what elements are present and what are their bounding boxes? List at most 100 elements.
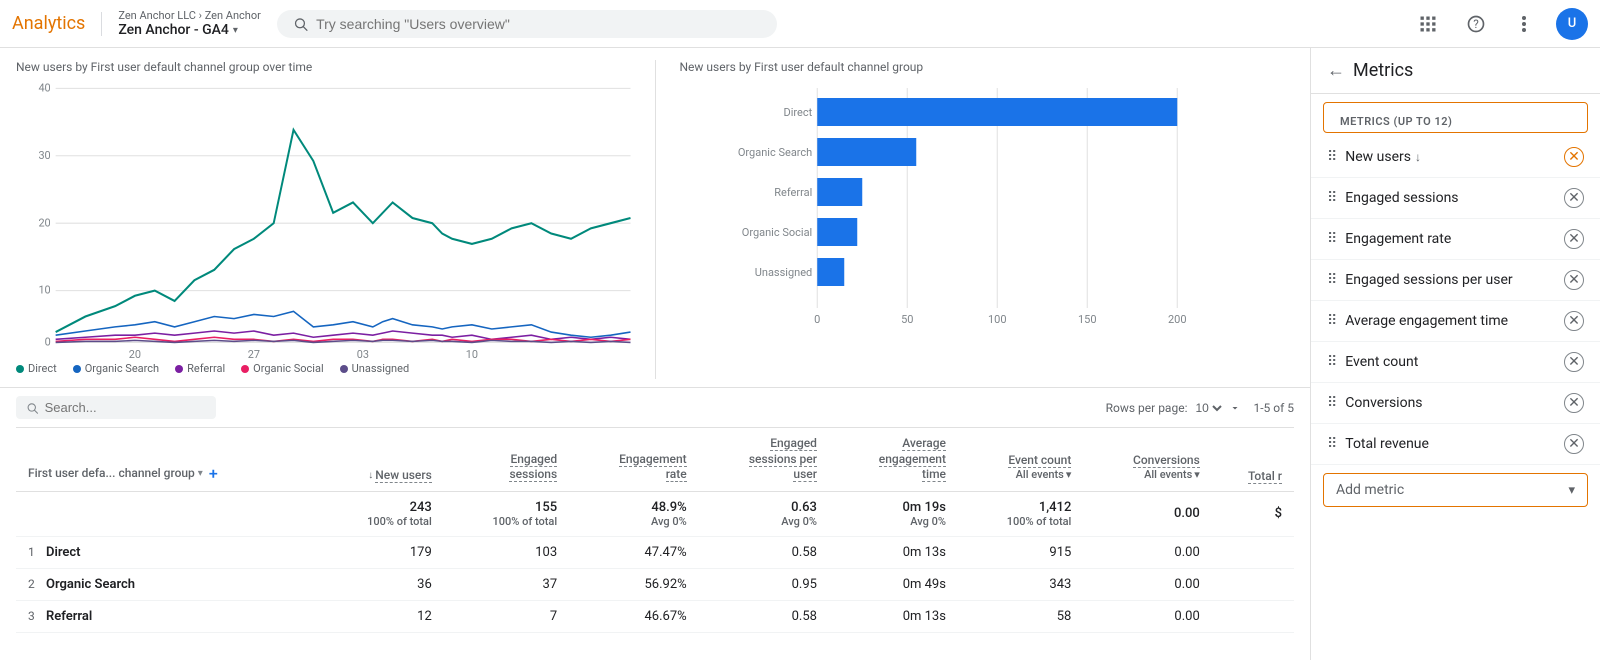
bar-organic-search [817, 138, 916, 166]
svg-text:0: 0 [45, 335, 51, 348]
table-search-box[interactable] [16, 396, 216, 419]
metric-item-new-users[interactable]: ⠿ New users ↓ ✕ [1311, 137, 1600, 178]
metric-item-event-count[interactable]: ⠿ Event count ✕ [1311, 342, 1600, 383]
svg-text:10: 10 [466, 348, 478, 358]
more-icon-btn[interactable] [1508, 8, 1540, 40]
svg-text:150: 150 [1077, 313, 1096, 326]
avatar[interactable]: U [1556, 8, 1588, 40]
svg-text:Unassigned: Unassigned [754, 266, 812, 279]
metrics-section-label: METRICS (UP TO 12) [1323, 102, 1588, 133]
rows-dropdown-icon [1229, 402, 1241, 414]
legend-organic-social: Organic Social [241, 362, 324, 375]
col-engaged-sessions-per-user-label[interactable]: Engagedsessions peruser [749, 436, 817, 482]
sort-arrow-icon: ↓ [368, 470, 373, 481]
rows-per-page-select[interactable]: 10 25 50 [1191, 400, 1225, 416]
row1-engagement-rate: 47.47% [569, 536, 699, 568]
col-avg-engagement-time: Averageengagementtime [829, 428, 958, 491]
col-total-revenue: Total r [1212, 428, 1294, 491]
row1-new-users: 179 [318, 536, 443, 568]
col-engagement-rate: Engagementrate [569, 428, 699, 491]
svg-text:10: 10 [38, 283, 50, 296]
metric-item-avg-engagement-time[interactable]: ⠿ Average engagement time ✕ [1311, 301, 1600, 342]
total-engaged-sessions: 155 100% of total [444, 491, 569, 536]
bar-organic-social [817, 218, 857, 246]
legend-direct: Direct [16, 362, 57, 375]
row2-label: 2 Organic Search [16, 568, 318, 600]
metric-name-total-revenue: Total revenue [1345, 436, 1556, 452]
col-engaged-sessions-label[interactable]: Engagedsessions [509, 452, 557, 483]
metric-item-total-revenue[interactable]: ⠿ Total revenue ✕ [1311, 424, 1600, 465]
metric-remove-event-count[interactable]: ✕ [1564, 352, 1584, 372]
account-meta: Zen Anchor LLC › Zen Anchor [118, 9, 261, 22]
search-bar[interactable] [277, 10, 777, 38]
event-count-dropdown-arrow[interactable]: ▾ [1066, 468, 1072, 482]
bar-direct [817, 98, 1177, 126]
col-event-count-label[interactable]: Event count [1008, 453, 1071, 468]
row2-engaged-sessions-per-user: 0.95 [699, 568, 829, 600]
account-dropdown-arrow[interactable]: ▾ [233, 25, 238, 36]
legend-dot-referral [175, 365, 183, 373]
account-selector[interactable]: Zen Anchor LLC › Zen Anchor Zen Anchor -… [118, 9, 261, 38]
metric-remove-avg-engagement-time[interactable]: ✕ [1564, 311, 1584, 331]
main-content: New users by First user default channel … [0, 48, 1310, 660]
total-new-users: 243 100% of total [318, 491, 443, 536]
row2-new-users: 36 [318, 568, 443, 600]
drag-handle-engaged-sessions: ⠿ [1327, 190, 1337, 206]
legend-label-organic-search: Organic Search [85, 362, 159, 375]
col-first-user: First user defa... channel group ▾ + [16, 428, 318, 491]
col-engaged-sessions-per-user: Engagedsessions peruser [699, 428, 829, 491]
svg-text:20: 20 [129, 348, 141, 358]
drag-handle-engaged-sessions-per-user: ⠿ [1327, 272, 1337, 288]
metric-name-conversions: Conversions [1345, 395, 1556, 411]
table-search-input[interactable] [45, 400, 206, 415]
add-metric-box[interactable]: Add metric ▾ [1323, 473, 1588, 507]
col-conversions: Conversions All events ▾ [1083, 428, 1211, 491]
line-chart-area: 40 30 20 10 0 20 Aug 27 03 Sep 10 [16, 78, 631, 358]
table-row: 1 Direct 179 103 47.47% 0.58 0m 13s 915 … [16, 536, 1294, 568]
col-total-revenue-label[interactable]: Total r [1248, 469, 1282, 484]
row2-event-count: 343 [958, 568, 1083, 600]
svg-text:20: 20 [38, 216, 50, 229]
svg-text:0: 0 [814, 313, 820, 326]
row2-conversions: 0.00 [1083, 568, 1211, 600]
metric-item-engaged-sessions-per-user[interactable]: ⠿ Engaged sessions per user ✕ [1311, 260, 1600, 301]
table-search-icon [26, 401, 39, 415]
help-icon-btn[interactable]: ? [1460, 8, 1492, 40]
col-new-users: ↓ New users [318, 428, 443, 491]
col-channel-group-dropdown[interactable]: First user defa... channel group ▾ [28, 466, 203, 480]
metric-remove-engaged-sessions-per-user[interactable]: ✕ [1564, 270, 1584, 290]
add-column-button[interactable]: + [209, 464, 218, 483]
metrics-sidebar: ← Metrics METRICS (UP TO 12) ⠿ New users… [1310, 48, 1600, 660]
legend-dot-unassigned [340, 365, 348, 373]
svg-text:27: 27 [248, 348, 260, 358]
conversions-dropdown-arrow[interactable]: ▾ [1194, 468, 1200, 482]
apps-icon-btn[interactable] [1412, 8, 1444, 40]
metric-item-conversions[interactable]: ⠿ Conversions ✕ [1311, 383, 1600, 424]
col-new-users-label[interactable]: New users [375, 468, 432, 483]
metric-item-engagement-rate[interactable]: ⠿ Engagement rate ✕ [1311, 219, 1600, 260]
row3-event-count: 58 [958, 600, 1083, 632]
metric-remove-total-revenue[interactable]: ✕ [1564, 434, 1584, 454]
metric-remove-engaged-sessions[interactable]: ✕ [1564, 188, 1584, 208]
metric-item-engaged-sessions[interactable]: ⠿ Engaged sessions ✕ [1311, 178, 1600, 219]
metrics-back-button[interactable]: ← [1327, 60, 1345, 81]
header: Analytics Zen Anchor LLC › Zen Anchor Ze… [0, 0, 1600, 48]
table-section: Rows per page: 10 25 50 1-5 of 5 [0, 388, 1310, 633]
row2-avg-engagement-time: 0m 49s [829, 568, 958, 600]
col-avg-engagement-time-label[interactable]: Averageengagementtime [879, 436, 946, 482]
metric-remove-conversions[interactable]: ✕ [1564, 393, 1584, 413]
col-conversions-label[interactable]: Conversions [1133, 453, 1200, 468]
row1-engaged-sessions: 103 [444, 536, 569, 568]
row3-engaged-sessions: 7 [444, 600, 569, 632]
legend-dot-organic-search [73, 365, 81, 373]
col-engagement-rate-label[interactable]: Engagementrate [619, 452, 687, 483]
search-input[interactable] [316, 16, 761, 32]
data-table: First user defa... channel group ▾ + ↓ N… [16, 428, 1294, 633]
metric-remove-engagement-rate[interactable]: ✕ [1564, 229, 1584, 249]
chart-divider [655, 60, 656, 379]
total-revenue: $ [1212, 491, 1294, 536]
row3-engagement-rate: 46.67% [569, 600, 699, 632]
metric-remove-new-users[interactable]: ✕ [1564, 147, 1584, 167]
total-row-label [16, 491, 318, 536]
header-divider [101, 12, 102, 36]
